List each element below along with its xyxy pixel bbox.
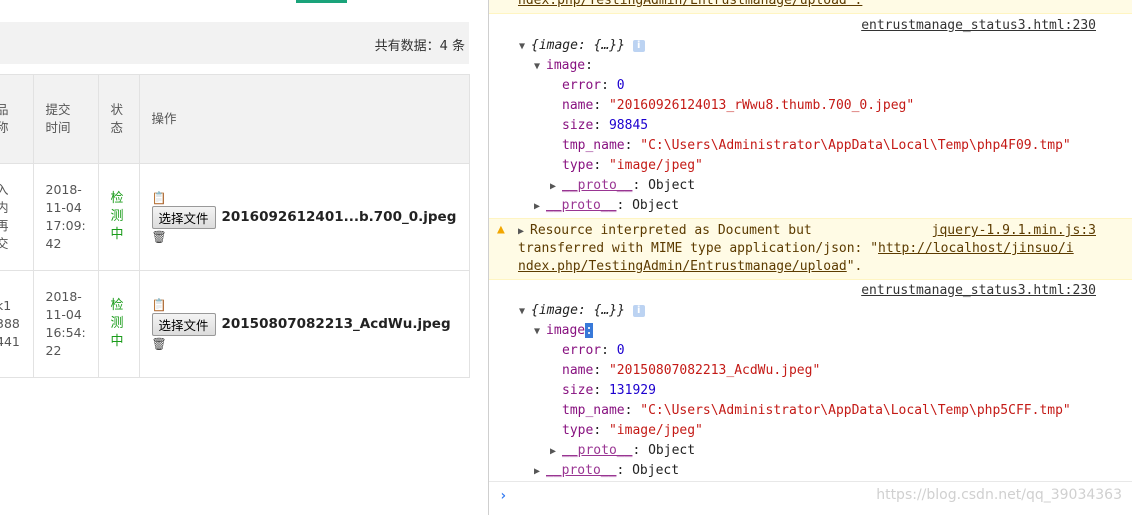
watermark: https://blog.csdn.net/qq_39034363 bbox=[876, 487, 1122, 503]
type-property: type: "image/jpeg" bbox=[562, 158, 703, 173]
triangle-down-icon[interactable]: ▼ bbox=[519, 37, 531, 57]
clipboard-icon[interactable]: 📋 bbox=[152, 190, 469, 206]
warning-link-tail[interactable]: ndex.php/TestingAdmin/Entrustmanage/uplo… bbox=[518, 0, 862, 11]
size-property: size: 131929 bbox=[562, 383, 656, 398]
trash-icon[interactable]: 🗑 bbox=[152, 229, 469, 245]
warning-text-line2: transferred with MIME type application/j… bbox=[518, 241, 879, 256]
clipboard-icon[interactable]: 📋 bbox=[152, 297, 469, 313]
table-header-row: 品称 提交时间 状态 操作 bbox=[0, 74, 470, 164]
choose-file-button[interactable]: 选择文件 bbox=[151, 312, 216, 336]
object-expander[interactable]: ▼ {image: {…}} i bbox=[519, 36, 645, 56]
table-row: k1388441 2018-11-0416:54:22 检测中 📋 选择文件 2… bbox=[0, 270, 470, 378]
actions-cell: 📋 选择文件 2016092612401...b.700_0.jpeg 🗑 bbox=[138, 163, 470, 271]
name-cell: 入内再交 bbox=[0, 163, 34, 271]
triangle-down-icon[interactable]: ▼ bbox=[534, 57, 546, 77]
prompt-chevron-icon: › bbox=[499, 488, 508, 504]
type-property: type: "image/jpeg" bbox=[562, 423, 703, 438]
top-action-button[interactable] bbox=[296, 0, 347, 3]
column-header-status: 状态 bbox=[97, 74, 140, 164]
warning-source-link[interactable]: jquery-1.9.1.min.js:3 bbox=[932, 221, 1096, 241]
triangle-right-icon[interactable]: ▶ bbox=[550, 442, 562, 462]
error-property: error: 0 bbox=[562, 78, 625, 93]
choose-file-button[interactable]: 选择文件 bbox=[151, 205, 216, 229]
console-source-link[interactable]: entrustmanage_status3.html:230 bbox=[861, 16, 1096, 36]
image-property[interactable]: ▼ image: bbox=[534, 321, 593, 341]
time-cell: 2018- 11-04 17:09: 42 bbox=[32, 163, 99, 271]
actions-cell: 📋 选择文件 20150807082213_AcdWu.jpeg 🗑 bbox=[138, 270, 470, 378]
column-header-name: 品称 bbox=[0, 74, 34, 164]
triangle-down-icon[interactable]: ▼ bbox=[534, 322, 546, 342]
column-header-time: 提交 时间 bbox=[32, 74, 99, 164]
status-cell: 检测中 bbox=[97, 270, 140, 378]
devtools-console: ndex.php/TestingAdmin/Entrustmanage/uplo… bbox=[489, 0, 1132, 515]
tmp-name-property: tmp_name: "C:\Users\Administrator\AppDat… bbox=[562, 138, 1071, 153]
warning-icon: ▲ bbox=[497, 222, 505, 237]
info-bar: 共有数据：4 条 bbox=[0, 22, 469, 64]
triangle-right-icon[interactable]: ▶ bbox=[550, 177, 562, 197]
name-cell: k1388441 bbox=[0, 270, 34, 378]
tmp-name-property: tmp_name: "C:\Users\Administrator\AppDat… bbox=[562, 403, 1071, 418]
time-cell: 2018- 11-04 16:54: 22 bbox=[32, 270, 99, 378]
proto-inner[interactable]: ▶ __proto__: Object bbox=[550, 441, 695, 461]
triangle-right-icon[interactable]: ▶ bbox=[534, 197, 546, 217]
error-property: error: 0 bbox=[562, 343, 625, 358]
warning-url-link[interactable]: http://localhost/jinsuo/i bbox=[878, 241, 1074, 256]
warning-url-link-cont[interactable]: ndex.php/TestingAdmin/Entrustmanage/uplo… bbox=[518, 259, 847, 274]
console-source-link[interactable]: entrustmanage_status3.html:230 bbox=[861, 281, 1096, 301]
file-name: 20150807082213_AcdWu.jpeg bbox=[221, 316, 451, 332]
warning-message-tail: ndex.php/TestingAdmin/Entrustmanage/uplo… bbox=[489, 0, 1132, 14]
table-row: 入内再交 2018-11-0417:09:42 检测中 📋 选择文件 20160… bbox=[0, 163, 470, 271]
info-icon[interactable]: i bbox=[632, 39, 645, 52]
warning-text-line1: Resource interpreted as Document but bbox=[530, 223, 812, 238]
status-cell: 检测中 bbox=[97, 163, 140, 271]
proto-inner[interactable]: ▶ __proto__: Object bbox=[550, 176, 695, 196]
column-header-actions: 操作 bbox=[138, 74, 470, 164]
proto-outer[interactable]: ▶ __proto__: Object bbox=[534, 196, 679, 216]
object-expander[interactable]: ▼ {image: {…}} i bbox=[519, 301, 645, 321]
size-property: size: 98845 bbox=[562, 118, 649, 133]
warning-message: ▲ ▶ Resource interpreted as Document but … bbox=[489, 218, 1132, 280]
triangle-down-icon[interactable]: ▼ bbox=[519, 302, 531, 322]
proto-outer[interactable]: ▶ __proto__: Object bbox=[534, 461, 679, 481]
image-property[interactable]: ▼ image: bbox=[534, 56, 593, 76]
triangle-right-icon[interactable]: ▶ bbox=[534, 462, 546, 482]
trash-icon[interactable]: 🗑 bbox=[152, 336, 469, 352]
name-property: name: "20150807082213_AcdWu.jpeg" bbox=[562, 363, 821, 378]
info-icon[interactable]: i bbox=[632, 304, 645, 317]
name-property: name: "20160926124013_rWwu8.thumb.700_0.… bbox=[562, 98, 915, 113]
page-panel: 共有数据：4 条 品称 提交时间 状态 操作 入内再交 2018-11-0417… bbox=[0, 0, 488, 515]
total-count: 共有数据：4 条 bbox=[374, 39, 465, 54]
entrust-table: 品称 提交时间 状态 操作 入内再交 2018-11-0417:09:42 检测… bbox=[0, 74, 470, 378]
file-name: 2016092612401...b.700_0.jpeg bbox=[221, 209, 457, 225]
